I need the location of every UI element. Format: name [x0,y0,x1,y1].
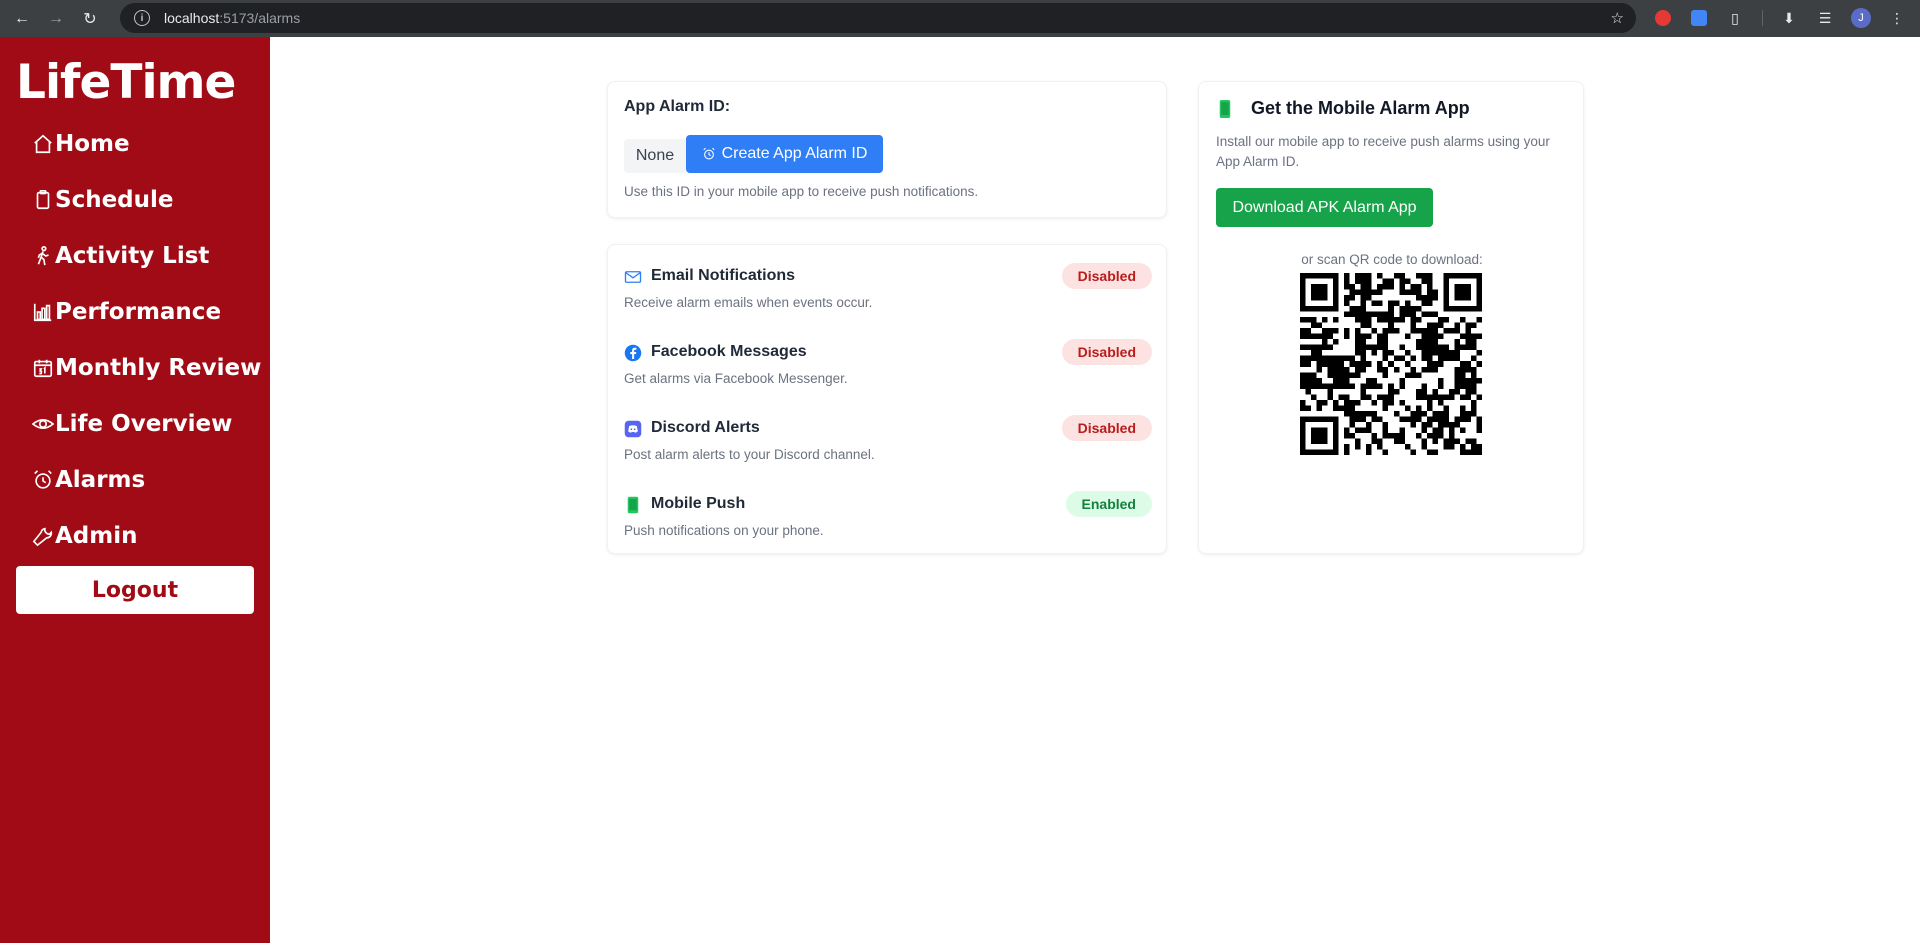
qr-code-label: or scan QR code to download: [1301,252,1483,267]
notification-row-discord: Discord Alerts Post alarm alerts to your… [624,415,1152,475]
walking-icon [31,244,55,268]
bar-chart-icon [31,300,55,324]
status-badge[interactable]: Disabled [1061,263,1152,289]
site-info-icon[interactable]: i [134,10,150,26]
sidebar-item-label: Home [55,131,130,157]
logout-button[interactable]: Logout [16,566,254,614]
sidebar-item-label: Monthly Review [55,355,262,381]
toolbar-divider [1762,10,1763,26]
phone-icon [1216,99,1234,124]
home-icon [31,132,55,156]
download-icon[interactable]: ⬇ [1778,7,1800,29]
sidebar-item-monthly-review[interactable]: Monthly Review [31,348,261,388]
sidebar-item-alarms[interactable]: Alarms [31,460,145,500]
download-apk-button[interactable]: Download APK Alarm App [1216,188,1433,227]
status-badge[interactable]: Enabled [1065,491,1152,517]
translate-extension-icon[interactable] [1688,7,1710,29]
extensions-puzzle-icon[interactable]: ▯ [1724,7,1746,29]
mobile-app-title: Get the Mobile Alarm App [1251,98,1470,118]
reload-icon[interactable]: ↻ [78,7,102,31]
app-alarm-id-card: App Alarm ID: None Create App Alarm ID U… [607,81,1167,218]
sidebar-item-life-overview[interactable]: Life Overview [31,404,232,444]
create-button-label: Create App Alarm ID [721,145,868,162]
bookmark-star-icon[interactable]: ☆ [1611,9,1624,27]
phone-icon [624,496,642,514]
status-badge[interactable]: Disabled [1061,415,1152,441]
browser-menu-icon[interactable]: ⋮ [1886,7,1908,29]
media-controls-icon[interactable]: ☰ [1814,7,1836,29]
notification-channels-card: Email Notifications Receive alarm emails… [607,244,1167,554]
wrench-icon [31,524,55,548]
notification-description: Post alarm alerts to your Discord channe… [624,447,875,462]
alarm-clock-icon [31,468,55,492]
app-alarm-id-label: App Alarm ID: [624,98,731,115]
qr-code-image [1300,273,1482,455]
notification-row-facebook: Facebook Messages Get alarms via Faceboo… [624,339,1152,399]
notification-row-mobile-push: Mobile Push Push notifications on your p… [624,491,1152,551]
sidebar-item-label: Schedule [55,187,174,213]
mobile-app-card: Get the Mobile Alarm App Install our mob… [1198,81,1584,554]
browser-toolbar: ← → ↻ i localhost:5173/alarms ☆ ▯ ⬇ ☰ J … [0,0,1920,37]
mobile-app-description: Install our mobile app to receive push a… [1216,134,1550,169]
notification-description: Push notifications on your phone. [624,523,824,538]
sidebar-item-activity-list[interactable]: Activity List [31,236,209,276]
sidebar: LifeTime Home Schedule Activity List Per… [0,37,270,943]
notification-description: Get alarms via Facebook Messenger. [624,371,848,386]
sidebar-item-label: Alarms [55,467,146,493]
brand-logo[interactable]: LifeTime [16,55,236,110]
notification-title: Facebook Messages [651,343,807,360]
facebook-icon [624,344,642,362]
url-text: localhost:5173/alarms [164,10,301,26]
sidebar-item-schedule[interactable]: Schedule [31,180,174,220]
sidebar-item-performance[interactable]: Performance [31,292,221,332]
notification-title: Mobile Push [651,495,746,512]
forward-icon[interactable]: → [44,7,68,31]
eye-icon [31,412,55,436]
sidebar-item-label: Admin [55,523,138,549]
alarm-clock-icon [702,147,715,160]
sidebar-item-home[interactable]: Home [31,124,130,164]
notification-row-email: Email Notifications Receive alarm emails… [624,263,1152,323]
sidebar-item-admin[interactable]: Admin [31,516,138,556]
clipboard-icon [31,188,55,212]
status-badge[interactable]: Disabled [1061,339,1152,365]
sidebar-item-label: Performance [55,299,222,325]
back-icon[interactable]: ← [10,7,34,31]
sidebar-item-label: Life Overview [55,411,233,437]
notification-title: Discord Alerts [651,419,760,436]
app-alarm-id-value: None [624,139,686,173]
profile-avatar[interactable]: J [1850,7,1872,29]
notification-title: Email Notifications [651,267,796,284]
sidebar-item-label: Activity List [55,243,210,269]
app-alarm-id-hint: Use this ID in your mobile app to receiv… [624,184,979,199]
create-app-alarm-id-button[interactable]: Create App Alarm ID [686,135,883,173]
address-bar[interactable]: i localhost:5173/alarms ☆ [120,3,1636,33]
mail-icon [624,268,642,286]
extension-record-icon[interactable] [1652,7,1674,29]
notification-description: Receive alarm emails when events occur. [624,295,873,310]
discord-icon [624,420,642,438]
calendar-icon [31,356,55,380]
